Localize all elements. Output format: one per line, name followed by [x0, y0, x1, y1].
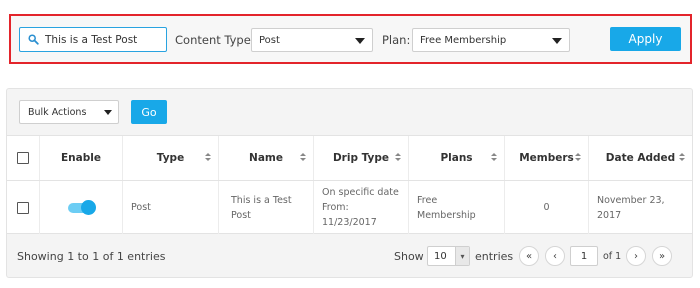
column-plans[interactable]: Plans — [409, 136, 505, 180]
column-members[interactable]: Members — [505, 136, 589, 180]
sort-icon[interactable] — [679, 153, 685, 161]
page-size-value: 10 — [434, 250, 447, 262]
chevron-down-icon — [355, 38, 365, 44]
first-page-button[interactable]: « — [519, 246, 539, 266]
plans-cell: Free Membership — [409, 181, 505, 234]
row-select-cell — [7, 181, 40, 234]
column-label: Plans — [440, 152, 473, 164]
plan-value: Free Membership — [420, 34, 507, 46]
column-label: Name — [249, 152, 283, 164]
chevron-down-icon — [552, 38, 562, 44]
column-enable: Enable — [40, 136, 123, 180]
filter-bar: Content Type: Post Plan: Free Membership… — [9, 14, 692, 64]
drip-type-cell: On specific date From: 11/23/2017 — [314, 181, 409, 234]
search-icon — [28, 34, 39, 45]
column-date-added[interactable]: Date Added — [589, 136, 692, 180]
sort-icon[interactable] — [575, 153, 581, 161]
next-page-button[interactable]: › — [626, 246, 646, 266]
column-type[interactable]: Type — [123, 136, 219, 180]
column-label: Drip Type — [332, 152, 390, 164]
last-page-button[interactable]: » — [652, 246, 672, 266]
show-label: Show — [394, 250, 424, 263]
bulk-actions-select[interactable]: Bulk Actions — [19, 100, 119, 124]
content-type-label: Content Type: — [175, 33, 255, 47]
content-type-select[interactable]: Post — [251, 28, 373, 52]
row-checkbox[interactable] — [17, 201, 29, 214]
go-button[interactable]: Go — [131, 100, 167, 124]
select-all-checkbox[interactable] — [17, 152, 29, 164]
page-size-select[interactable]: 10 ▾ — [427, 246, 470, 266]
plan-label: Plan: — [382, 33, 411, 47]
table-header: Enable Type Name Drip Type Plans Members — [7, 136, 692, 181]
date-added-cell: November 23, 2017 — [597, 194, 665, 221]
select-all-cell — [7, 136, 40, 180]
chevron-down-icon[interactable]: ▾ — [455, 247, 469, 265]
type-cell: Post — [123, 181, 219, 234]
content-table-panel: Bulk Actions Go Enable Type Name Drip Ty… — [6, 88, 693, 278]
chevron-down-icon — [104, 110, 112, 115]
apply-button[interactable]: Apply — [610, 27, 681, 51]
column-label: Type — [156, 152, 185, 164]
sort-icon[interactable] — [300, 153, 306, 161]
content-type-value: Post — [259, 34, 280, 46]
column-label: Members — [519, 152, 574, 164]
prev-page-button[interactable]: ‹ — [545, 246, 565, 266]
enable-cell — [40, 181, 123, 234]
column-label: Date Added — [605, 152, 676, 164]
page-count-label: of 1 — [603, 251, 622, 262]
enable-toggle[interactable] — [68, 199, 96, 215]
content-table: Enable Type Name Drip Type Plans Members — [7, 135, 692, 234]
entries-label: entries — [475, 250, 514, 263]
search-field[interactable] — [19, 27, 167, 52]
table-row: Post This is a Test Post On specific dat… — [7, 181, 692, 234]
name-cell[interactable]: This is a Test Post — [219, 181, 314, 234]
search-input[interactable] — [45, 33, 155, 46]
entries-info: Showing 1 to 1 of 1 entries — [17, 250, 166, 263]
page-number-input[interactable]: 1 — [570, 246, 598, 266]
sort-icon[interactable] — [491, 153, 497, 161]
column-name[interactable]: Name — [219, 136, 314, 180]
bulk-actions-value: Bulk Actions — [28, 106, 87, 118]
plan-select[interactable]: Free Membership — [412, 28, 570, 52]
sort-icon[interactable] — [395, 153, 401, 161]
column-label: Enable — [61, 152, 101, 164]
members-cell: 0 — [505, 181, 589, 234]
sort-icon[interactable] — [205, 153, 211, 161]
column-drip-type[interactable]: Drip Type — [314, 136, 409, 180]
